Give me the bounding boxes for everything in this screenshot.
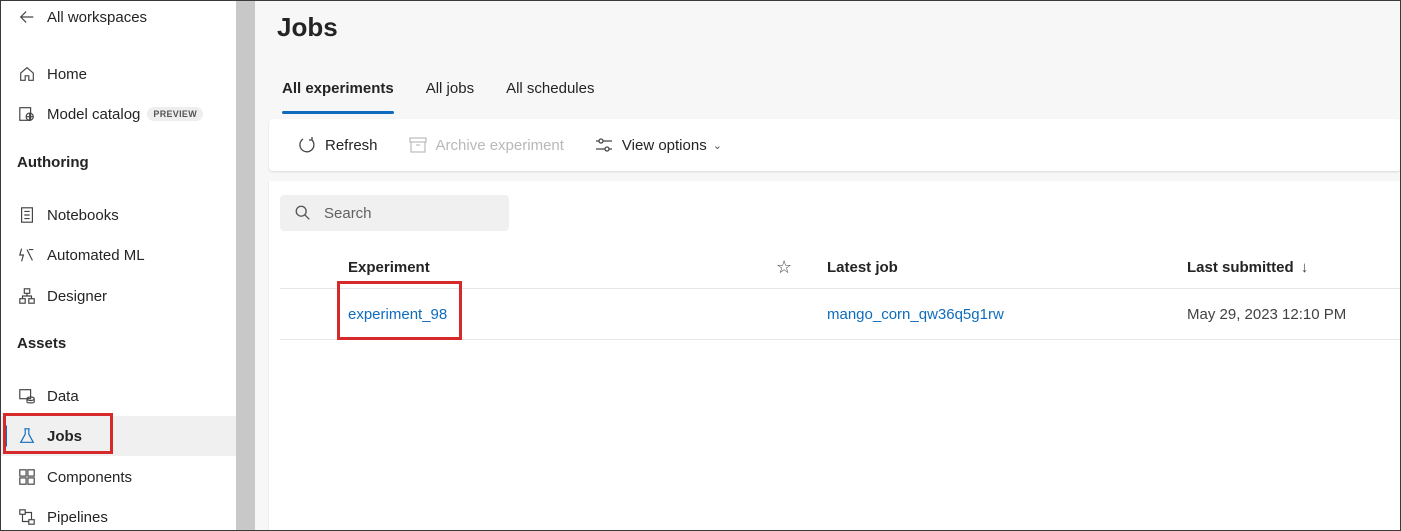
search-box[interactable] bbox=[280, 195, 509, 231]
archive-icon bbox=[408, 137, 427, 153]
last-submitted-value: May 29, 2023 12:10 PM bbox=[1187, 305, 1347, 323]
column-header-last-submitted[interactable]: Last submitted ↓ bbox=[1187, 247, 1308, 288]
section-header-authoring: Authoring bbox=[17, 154, 89, 171]
archive-experiment-button[interactable]: Archive experiment bbox=[408, 135, 564, 155]
sidebar-item-label: Notebooks bbox=[47, 206, 119, 224]
view-options-button[interactable]: View options ⌄ bbox=[594, 135, 722, 155]
sidebar-item-jobs[interactable]: Jobs bbox=[0, 416, 236, 456]
tab-list: All experiments All jobs All schedules bbox=[282, 80, 626, 114]
favorite-star-icon[interactable]: ☆ bbox=[776, 247, 792, 288]
page-title: Jobs bbox=[277, 12, 338, 42]
refresh-button[interactable]: Refresh bbox=[297, 135, 378, 155]
back-arrow-icon bbox=[17, 7, 37, 27]
table-header: Experiment ☆ Latest job Last submitted ↓ bbox=[280, 247, 1401, 289]
sidebar-splitter[interactable] bbox=[236, 0, 255, 531]
sort-descending-icon: ↓ bbox=[1300, 259, 1309, 276]
refresh-icon bbox=[299, 137, 315, 153]
main-content: Jobs All experiments All jobs All schedu… bbox=[255, 0, 1401, 531]
chevron-down-icon: ⌄ bbox=[712, 139, 722, 152]
tab-all-experiments[interactable]: All experiments bbox=[282, 80, 394, 114]
view-options-label: View options bbox=[621, 136, 707, 154]
sidebar-item-label: Model catalog bbox=[47, 105, 141, 123]
archive-label: Archive experiment bbox=[435, 136, 564, 154]
data-icon bbox=[17, 386, 37, 406]
sidebar-item-components[interactable]: Components bbox=[0, 457, 236, 497]
designer-icon bbox=[17, 286, 37, 306]
column-header-label: Last submitted bbox=[1187, 259, 1294, 276]
tab-all-schedules[interactable]: All schedules bbox=[506, 80, 594, 114]
sidebar-item-data[interactable]: Data bbox=[0, 376, 236, 416]
sidebar-item-label: Automated ML bbox=[47, 246, 145, 264]
refresh-label: Refresh bbox=[325, 136, 378, 154]
notebook-icon bbox=[17, 205, 37, 225]
table-row: experiment_98 mango_corn_qw36q5g1rw May … bbox=[280, 289, 1401, 340]
search-input[interactable] bbox=[324, 204, 494, 222]
pipelines-icon bbox=[17, 507, 37, 527]
components-icon bbox=[17, 467, 37, 487]
sidebar-item-label: Pipelines bbox=[47, 508, 108, 526]
preview-badge: PREVIEW bbox=[147, 107, 204, 121]
sidebar-item-label: Designer bbox=[47, 287, 108, 305]
sidebar-item-label: Home bbox=[47, 65, 88, 83]
sidebar-item-model-catalog[interactable]: Model catalog PREVIEW bbox=[0, 94, 236, 134]
column-header-experiment[interactable]: Experiment bbox=[348, 247, 430, 288]
command-bar: Refresh Archive experiment View options … bbox=[269, 119, 1401, 171]
sliders-icon bbox=[595, 138, 612, 152]
search-icon bbox=[295, 205, 310, 220]
column-header-latest-job[interactable]: Latest job bbox=[827, 247, 898, 288]
experiments-panel: Experiment ☆ Latest job Last submitted ↓… bbox=[269, 181, 1401, 531]
home-icon bbox=[17, 64, 37, 84]
active-indicator bbox=[4, 425, 7, 447]
flask-icon bbox=[17, 426, 37, 446]
model-catalog-icon bbox=[17, 104, 37, 124]
sidebar-item-automated-ml[interactable]: Automated ML bbox=[0, 235, 236, 275]
experiment-link[interactable]: experiment_98 bbox=[348, 289, 447, 339]
sidebar-item-label: Jobs bbox=[47, 427, 83, 445]
sidebar-item-label: Data bbox=[47, 387, 79, 405]
all-workspaces-label: All workspaces bbox=[47, 8, 148, 26]
sidebar-item-home[interactable]: Home bbox=[0, 54, 236, 94]
sidebar-item-designer[interactable]: Designer bbox=[0, 276, 236, 316]
sidebar-item-label: Components bbox=[47, 468, 133, 486]
all-workspaces-link[interactable]: All workspaces bbox=[0, 0, 236, 37]
latest-job-link[interactable]: mango_corn_qw36q5g1rw bbox=[827, 289, 1004, 339]
sidebar-item-pipelines[interactable]: Pipelines bbox=[0, 497, 236, 531]
tab-all-jobs[interactable]: All jobs bbox=[426, 80, 474, 114]
section-header-assets: Assets bbox=[17, 335, 67, 352]
automated-ml-icon bbox=[17, 245, 37, 265]
sidebar-item-notebooks[interactable]: Notebooks bbox=[0, 195, 236, 235]
sidebar: All workspaces Home Model catalog PREVIE… bbox=[0, 0, 236, 531]
